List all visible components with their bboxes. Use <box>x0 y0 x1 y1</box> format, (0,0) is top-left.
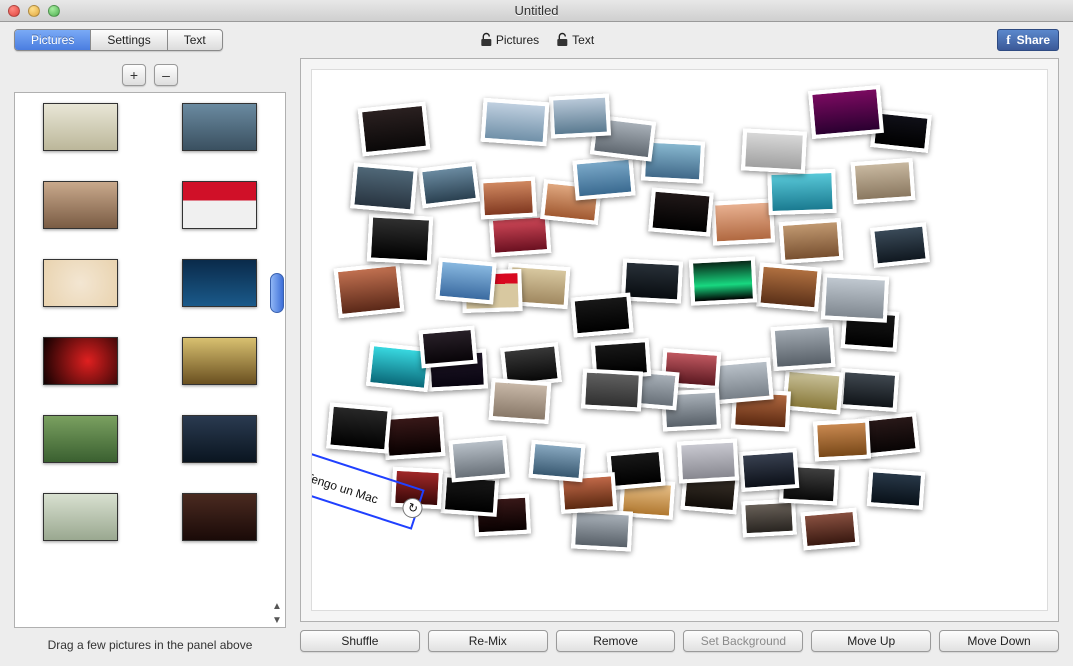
collage-photo[interactable] <box>741 499 797 538</box>
thumbnail[interactable] <box>43 493 118 541</box>
collage-photo[interactable] <box>648 187 714 236</box>
collage-photo[interactable] <box>528 440 585 483</box>
thumbnail[interactable] <box>182 259 257 307</box>
collage-photo[interactable] <box>572 155 635 200</box>
add-picture-button[interactable]: + <box>122 64 146 86</box>
collage-photo[interactable] <box>367 213 433 264</box>
thumbnail[interactable] <box>43 337 118 385</box>
collage-photo[interactable] <box>870 222 930 268</box>
collage-photo[interactable] <box>771 323 836 371</box>
text-content: Tengo un Mac <box>311 470 380 507</box>
remove-picture-button[interactable]: – <box>154 64 178 86</box>
collage-photo[interactable] <box>358 102 431 157</box>
unlock-icon <box>479 32 493 48</box>
collage-photo[interactable] <box>739 448 800 492</box>
collage-photo[interactable] <box>489 378 552 424</box>
scroll-up-icon[interactable]: ▲ <box>272 601 282 611</box>
collage-photo[interactable] <box>418 326 477 369</box>
collage-photo[interactable] <box>741 128 807 173</box>
facebook-icon: f <box>1006 32 1010 48</box>
thumbnail-grid[interactable]: ▲ ▼ <box>14 92 286 628</box>
collage-photo[interactable] <box>448 436 509 483</box>
collage-photo[interactable] <box>851 158 916 204</box>
set-background-button[interactable]: Set Background <box>683 630 803 652</box>
collage-photo[interactable] <box>813 419 871 462</box>
sidebar-hint: Drag a few pictures in the panel above <box>14 628 286 652</box>
collage-photo[interactable] <box>481 98 550 146</box>
thumbnail[interactable] <box>182 415 257 463</box>
thumbnail[interactable] <box>43 181 118 229</box>
collage-photo[interactable] <box>756 262 822 311</box>
move-up-button[interactable]: Move Up <box>811 630 931 652</box>
collage-photo[interactable] <box>677 438 739 483</box>
collage-photo[interactable] <box>383 412 446 460</box>
collage-photo[interactable] <box>571 508 633 551</box>
remix-button[interactable]: Re-Mix <box>428 630 548 652</box>
rotate-handle-icon[interactable]: ↻ <box>400 496 425 521</box>
collage-photo[interactable] <box>326 402 392 453</box>
thumbnail[interactable] <box>182 337 257 385</box>
panel-tabs: Pictures Settings Text <box>14 29 223 51</box>
thumbnail[interactable] <box>182 103 257 151</box>
collage-photo[interactable] <box>808 85 884 139</box>
thumbnail[interactable] <box>43 415 118 463</box>
facebook-share-button[interactable]: f Share <box>997 29 1059 51</box>
tab-text[interactable]: Text <box>167 30 222 50</box>
collage-photo[interactable] <box>581 368 643 411</box>
canvas-frame: Tengo un Mac ↻ <box>300 58 1059 622</box>
move-down-button[interactable]: Move Down <box>939 630 1059 652</box>
collage-photo[interactable] <box>867 468 926 510</box>
thumbnail[interactable] <box>43 103 118 151</box>
collage-photo[interactable] <box>350 162 418 213</box>
sidebar: + – ▲ ▼ Drag a few pictures in the panel… <box>14 58 286 652</box>
tab-pictures[interactable]: Pictures <box>15 30 90 50</box>
collage-photo[interactable] <box>711 198 775 245</box>
toolbar: Shuffle Re-Mix Remove Set Background Mov… <box>300 630 1059 652</box>
window-titlebar: Untitled <box>0 0 1073 22</box>
collage-photo[interactable] <box>800 508 859 551</box>
thumbnail[interactable] <box>182 493 257 541</box>
remove-button[interactable]: Remove <box>556 630 676 652</box>
collage-photo[interactable] <box>479 177 537 220</box>
thumbnail[interactable] <box>43 259 118 307</box>
lock-pictures-toggle[interactable]: Pictures <box>479 32 539 48</box>
lock-toggles: Pictures Text <box>479 32 594 48</box>
collage-photo[interactable] <box>549 93 611 138</box>
scrollbar-thumb[interactable] <box>270 273 284 313</box>
tab-settings[interactable]: Settings <box>90 30 166 50</box>
collage-photo[interactable] <box>334 262 405 319</box>
share-label: Share <box>1017 33 1050 47</box>
window-title: Untitled <box>0 3 1073 18</box>
thumbnail[interactable] <box>182 181 257 229</box>
collage-photo[interactable] <box>782 368 843 415</box>
collage-photo[interactable] <box>418 162 480 209</box>
lock-pictures-label: Pictures <box>496 33 539 47</box>
collage-photo[interactable] <box>821 273 889 322</box>
collage-photo[interactable] <box>570 292 633 337</box>
collage-photo[interactable] <box>435 258 496 305</box>
collage-photo[interactable] <box>767 169 836 215</box>
collage-canvas[interactable]: Tengo un Mac ↻ <box>311 69 1048 611</box>
collage-photo[interactable] <box>489 213 552 257</box>
lock-text-toggle[interactable]: Text <box>555 32 594 48</box>
lock-text-label: Text <box>572 33 594 47</box>
scroll-down-icon[interactable]: ▼ <box>272 615 282 625</box>
shuffle-button[interactable]: Shuffle <box>300 630 420 652</box>
collage-photo[interactable] <box>689 256 757 305</box>
collage-photo[interactable] <box>839 368 900 412</box>
unlock-icon <box>555 32 569 48</box>
collage-photo[interactable] <box>779 218 844 264</box>
selected-text-element[interactable]: Tengo un Mac ↻ <box>311 450 425 530</box>
